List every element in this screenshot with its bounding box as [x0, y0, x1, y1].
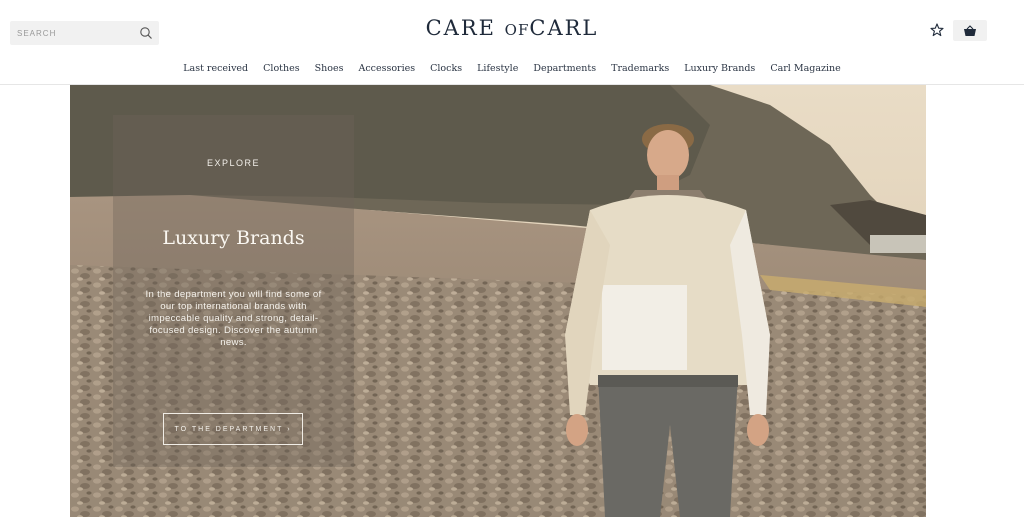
hero-title: Luxury Brands [162, 227, 305, 249]
to-department-button[interactable]: TO THE DEPARTMENT › [163, 413, 303, 445]
main-navigation: Last received Clothes Shoes Accessories … [0, 63, 1024, 74]
hero-description: In the department you will find some of … [145, 289, 322, 348]
logo-word-care: CARE [425, 16, 496, 40]
hero-text-panel: EXPLORE Luxury Brands In the department … [113, 115, 354, 467]
nav-clothes[interactable]: Clothes [263, 63, 299, 74]
hero-eyebrow: EXPLORE [206, 158, 261, 168]
site-header: CARE OFCARL Last received Clothes Shoes … [0, 0, 1024, 85]
basket-icon [964, 24, 976, 36]
nav-shoes[interactable]: Shoes [315, 63, 344, 74]
nav-trademarks[interactable]: Trademarks [611, 63, 669, 74]
logo-word-carl: CARL [529, 16, 599, 40]
nav-clocks[interactable]: Clocks [430, 63, 462, 74]
nav-lifestyle[interactable]: Lifestyle [477, 63, 518, 74]
nav-accessories[interactable]: Accessories [358, 63, 415, 74]
favorites-star-icon[interactable] [930, 23, 944, 37]
nav-luxury-brands[interactable]: Luxury Brands [684, 63, 755, 74]
site-logo[interactable]: CARE OFCARL [0, 16, 1024, 40]
nav-departments[interactable]: Departments [533, 63, 596, 74]
nav-carl-magazine[interactable]: Carl Magazine [770, 63, 840, 74]
logo-word-of: OF [504, 21, 530, 39]
nav-last-received[interactable]: Last received [183, 63, 248, 74]
basket-button[interactable] [953, 20, 987, 41]
hero-banner[interactable]: EXPLORE Luxury Brands In the department … [70, 85, 926, 517]
